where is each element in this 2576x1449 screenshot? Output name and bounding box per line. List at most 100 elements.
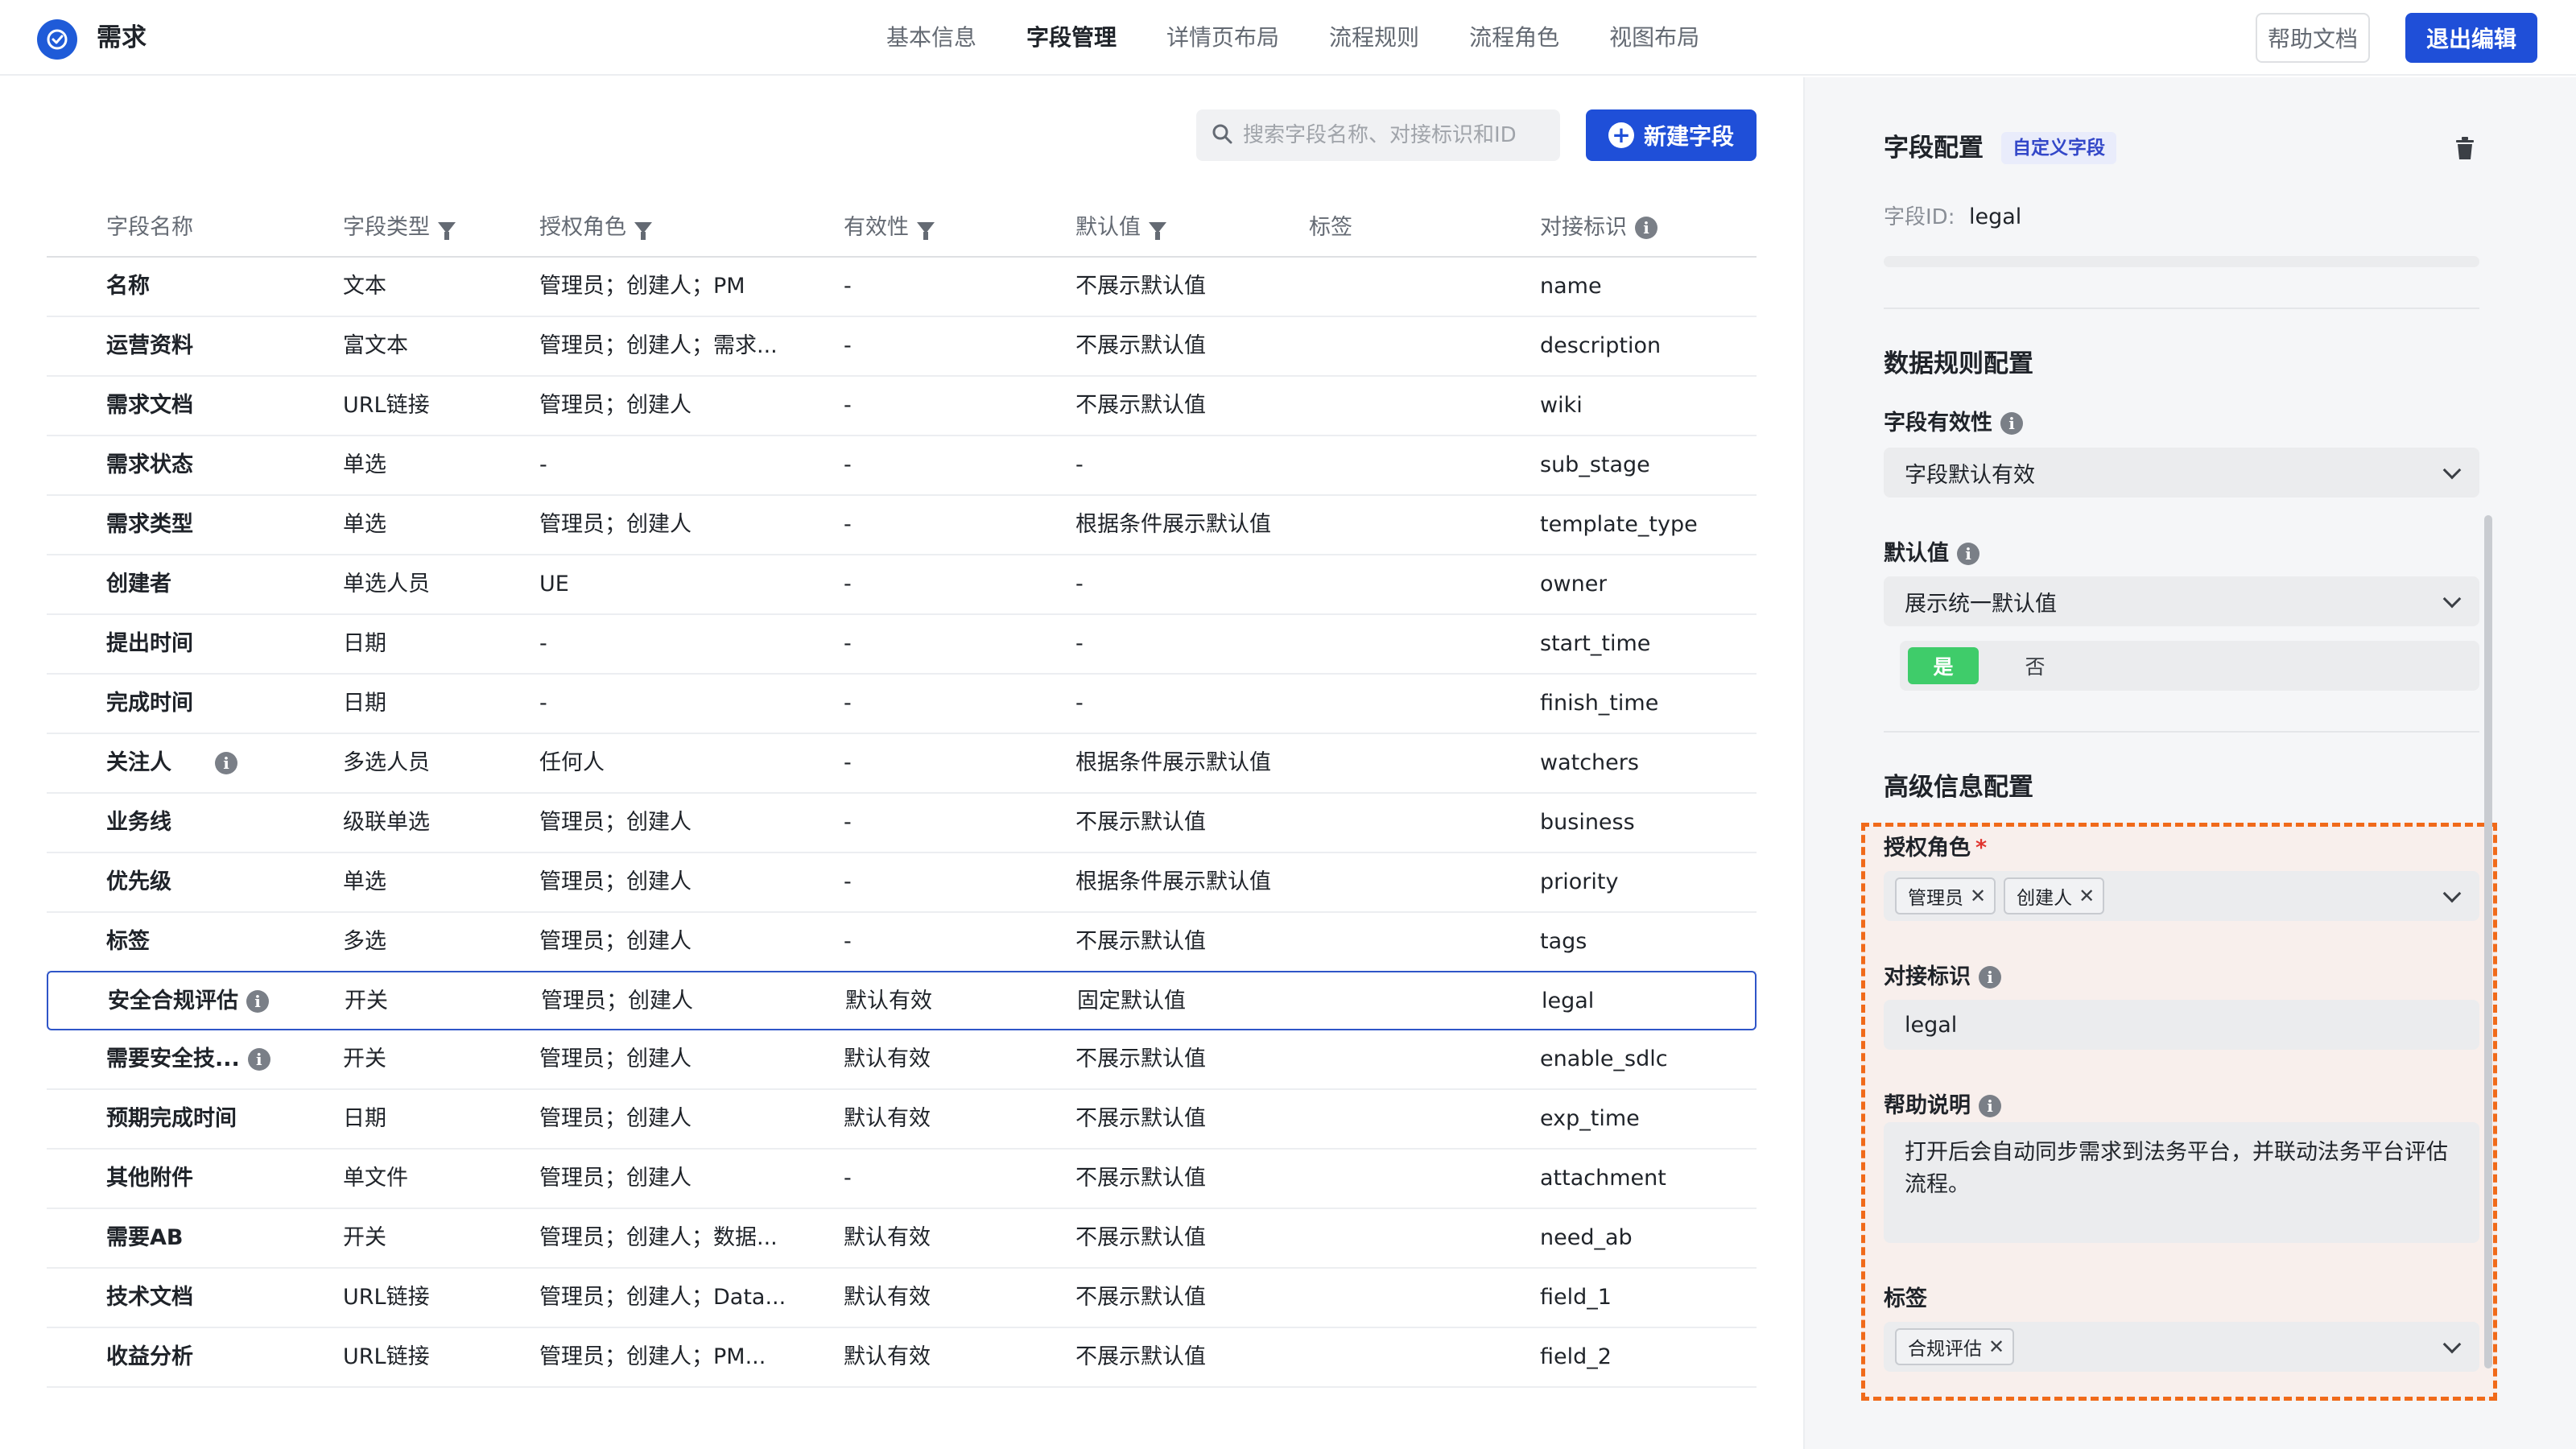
field-name-cell: 收益分析 — [106, 1344, 193, 1369]
table-row[interactable]: 业务线 级联单选 管理员；创建人 - 不展示默认值 business — [47, 794, 1757, 853]
tab-view-layout[interactable]: 视图布局 — [1584, 0, 1724, 76]
validity-cell: - — [844, 1166, 852, 1191]
validity-cell: 默认有效 — [844, 1285, 931, 1310]
table-row[interactable]: 需要AB 开关 管理员；创建人；数据... 默认有效 不展示默认值 need_ab — [47, 1209, 1757, 1269]
filter-icon[interactable] — [634, 222, 652, 240]
default-value-select[interactable]: 展示统一默认值 — [1884, 576, 2479, 626]
field-type-cell: 开关 — [343, 1225, 386, 1250]
roles-cell: 管理员；创建人 — [539, 1046, 691, 1071]
panel-divider — [1884, 308, 2479, 309]
tab-field-management[interactable]: 字段管理 — [1001, 0, 1141, 76]
tab-flow-rules[interactable]: 流程规则 — [1304, 0, 1444, 76]
table-row[interactable]: 需求状态 单选 - - - sub_stage — [47, 436, 1757, 496]
roles-cell: - — [539, 452, 547, 477]
roles-cell: 管理员；创建人 — [539, 810, 691, 835]
help-docs-button[interactable]: 帮助文档 — [2256, 13, 2370, 63]
table-row[interactable]: 名称 文本 管理员；创建人；PM - 不展示默认值 name — [47, 258, 1757, 317]
table-row[interactable]: 关注人 i 多选人员 任何人 - 根据条件展示默认值 watchers — [47, 734, 1757, 794]
info-icon[interactable]: i — [2000, 412, 2023, 435]
nav-tabs: 基本信息 字段管理 详情页布局 流程规则 流程角色 视图布局 — [861, 0, 1724, 76]
table-row[interactable]: 优先级 单选 管理员；创建人 - 根据条件展示默认值 priority — [47, 853, 1757, 913]
tags-label: 标签 — [1884, 1286, 1927, 1311]
field-type-cell: 单选 — [343, 452, 386, 477]
filter-icon[interactable] — [1149, 222, 1166, 240]
tab-basic-info[interactable]: 基本信息 — [861, 0, 1001, 76]
search-icon — [1211, 122, 1233, 148]
info-icon[interactable]: i — [1979, 1095, 2001, 1117]
validity-cell: 默认有效 — [844, 1344, 931, 1369]
table-row[interactable]: 需求文档 URL链接 管理员；创建人 - 不展示默认值 wiki — [47, 377, 1757, 436]
plus-icon: + — [1608, 122, 1634, 148]
table-row[interactable]: 标签 多选 管理员；创建人 - 不展示默认值 tags — [47, 913, 1757, 972]
table-row[interactable]: 技术文档 URL链接 管理员；创建人；Data... 默认有效 不展示默认值 field_… — [47, 1269, 1757, 1328]
table-row[interactable]: 其他附件 单文件 管理员；创建人 - 不展示默认值 attachment — [47, 1150, 1757, 1209]
help-textarea[interactable]: 打开后会自动同步需求到法务平台，并联动法务平台评估流程。 — [1884, 1122, 2479, 1243]
info-icon[interactable]: i — [215, 752, 237, 774]
col-header-type[interactable]: 字段类型 — [343, 198, 456, 258]
col-header-key: 对接标识 i — [1540, 198, 1657, 258]
chevron-down-icon — [2442, 1335, 2462, 1354]
key-input[interactable]: legal — [1884, 1000, 2479, 1050]
table-row[interactable]: 收益分析 URL链接 管理员；创建人；PM... 默认有效 不展示默认值 field_2 — [47, 1328, 1757, 1388]
tab-flow-roles[interactable]: 流程角色 — [1444, 0, 1584, 76]
info-icon[interactable]: i — [246, 990, 269, 1013]
panel-divider — [1884, 731, 2479, 733]
tag-chip: 合规评估 ✕ — [1895, 1328, 2015, 1365]
key-cell: legal — [1542, 989, 1595, 1013]
validity-cell: - — [844, 512, 852, 537]
field-name-cell: 业务线 — [106, 810, 171, 835]
new-field-button[interactable]: + 新建字段 — [1586, 109, 1757, 161]
table-row[interactable]: 创建者 单选人员 UE - - owner — [47, 555, 1757, 615]
validity-select[interactable]: 字段默认有效 — [1884, 448, 2479, 497]
custom-field-badge: 自定义字段 — [2001, 132, 2116, 164]
exit-edit-button[interactable]: 退出编辑 — [2405, 13, 2537, 63]
field-type-cell: 级联单选 — [343, 810, 430, 835]
roles-cell: - — [539, 631, 547, 656]
field-type-cell: 开关 — [345, 989, 388, 1013]
trash-icon[interactable] — [2454, 135, 2476, 164]
key-cell: attachment — [1540, 1166, 1666, 1191]
field-type-cell: URL链接 — [343, 1285, 430, 1310]
roles-select[interactable]: 管理员 ✕ 创建人 ✕ — [1884, 871, 2479, 921]
default-cell: 根据条件展示默认值 — [1075, 512, 1271, 537]
table-row[interactable]: 提出时间 日期 - - - start_time — [47, 615, 1757, 675]
info-icon[interactable]: i — [1979, 966, 2001, 989]
field-id-value: legal — [1969, 204, 2022, 229]
validity-cell: - — [844, 691, 852, 716]
validity-cell: - — [844, 452, 852, 477]
col-header-roles[interactable]: 授权角色 — [539, 198, 829, 258]
search-box[interactable] — [1196, 109, 1560, 161]
tags-select[interactable]: 合规评估 ✕ — [1884, 1322, 2479, 1372]
toggle-no-option[interactable]: 否 — [2000, 647, 2070, 684]
key-cell: wiki — [1540, 393, 1583, 418]
roles-cell: 管理员；创建人 — [539, 1106, 691, 1131]
table-row[interactable]: 完成时间 日期 - - - finish_time — [47, 675, 1757, 734]
close-icon[interactable]: ✕ — [1970, 885, 1986, 907]
field-type-cell: 单选人员 — [343, 572, 430, 597]
filter-icon[interactable] — [438, 222, 456, 240]
info-icon[interactable]: i — [1957, 543, 1979, 565]
validity-cell: - — [844, 810, 852, 835]
info-icon[interactable]: i — [1635, 217, 1657, 239]
table-row[interactable]: 预期完成时间 日期 管理员；创建人 默认有效 不展示默认值 exp_time — [47, 1090, 1757, 1150]
close-icon[interactable]: ✕ — [1988, 1335, 2004, 1358]
key-cell: field_2 — [1540, 1344, 1612, 1369]
table-row[interactable]: 运营资料 富文本 管理员；创建人；需求... - 不展示默认值 description — [47, 317, 1757, 377]
filter-icon[interactable] — [917, 222, 935, 240]
roles-cell: 管理员；创建人 — [539, 1166, 691, 1191]
default-toggle: 是 否 — [1900, 641, 2479, 691]
table-row[interactable]: 需要安全技... i 开关 管理员；创建人 默认有效 不展示默认值 enable_sdlc — [47, 1030, 1757, 1090]
panel-scrollbar[interactable] — [2484, 515, 2492, 1368]
table-row[interactable]: 需求类型 单选 管理员；创建人 - 根据条件展示默认值 template_type — [47, 496, 1757, 555]
validity-cell: - — [844, 631, 852, 656]
search-input[interactable] — [1243, 123, 1549, 147]
col-header-validity[interactable]: 有效性 — [844, 198, 935, 258]
col-header-default[interactable]: 默认值 — [1075, 198, 1166, 258]
toggle-yes-option[interactable]: 是 — [1908, 647, 1979, 684]
roles-cell: 任何人 — [539, 750, 605, 775]
close-icon[interactable]: ✕ — [2079, 885, 2095, 907]
tab-detail-layout[interactable]: 详情页布局 — [1141, 0, 1304, 76]
table-row[interactable]: 安全合规评估 i 开关 管理员；创建人 默认有效 固定默认值 legal — [47, 971, 1757, 1030]
info-icon[interactable]: i — [247, 1048, 270, 1071]
validity-cell: 默认有效 — [844, 1046, 931, 1071]
